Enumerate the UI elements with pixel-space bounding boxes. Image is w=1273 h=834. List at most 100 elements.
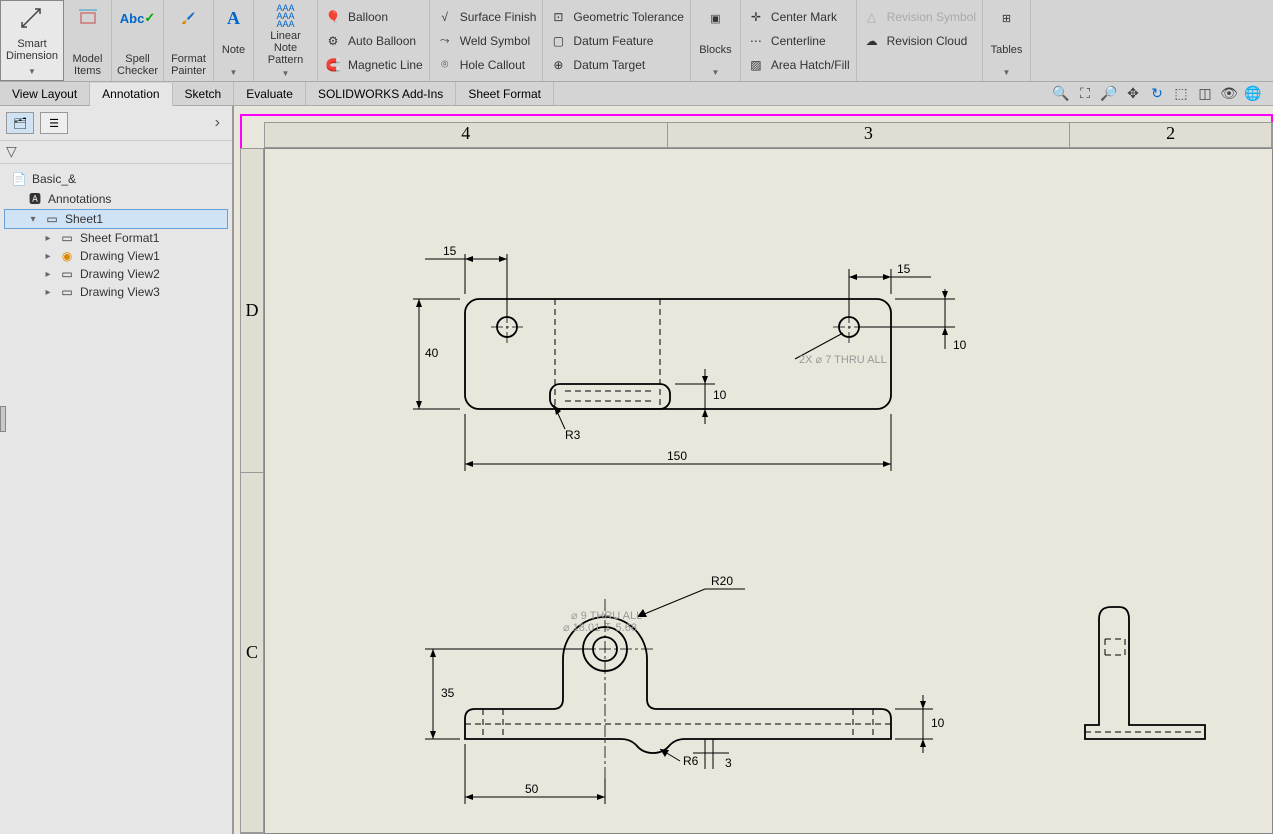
centermark-icon: ✛ xyxy=(747,10,765,24)
centerline-button[interactable]: ⋯Centerline xyxy=(747,31,850,51)
hole-callout-button[interactable]: ⌾Hole Callout xyxy=(436,55,537,75)
balloon-icon: 🎈 xyxy=(324,10,342,24)
tab-annotation[interactable]: Annotation xyxy=(90,83,172,106)
spell-checker-button[interactable]: Abc✓ Spell Checker xyxy=(112,0,164,81)
tree-drawing-view3[interactable]: ▸▭Drawing View3 xyxy=(4,283,228,301)
view-icon: ▭ xyxy=(58,285,76,299)
smart-dimension-button[interactable]: Smart Dimension ▼ xyxy=(0,0,64,81)
sheet-icon: ▭ xyxy=(43,212,61,226)
zoom-fit-icon[interactable]: 🔍 xyxy=(1051,84,1071,104)
drawing-icon: 📄 xyxy=(10,172,28,186)
balloon-group: 🎈Balloon ⚙Auto Balloon 🧲Magnetic Line xyxy=(318,0,430,81)
collapse-icon[interactable]: ▾ xyxy=(27,214,39,225)
tab-addins[interactable]: SOLIDWORKS Add-Ins xyxy=(306,82,456,105)
symbol-group: √Surface Finish ⤳Weld Symbol ⌾Hole Callo… xyxy=(430,0,544,81)
center-mark-button[interactable]: ✛Center Mark xyxy=(747,7,850,27)
view-icon: ◉ xyxy=(58,249,76,263)
format-icon: ▭ xyxy=(58,231,76,245)
dimension-icon xyxy=(20,5,44,33)
tree-drawing-view2[interactable]: ▸▭Drawing View2 xyxy=(4,265,228,283)
hide-show-icon[interactable]: 👁 xyxy=(1219,84,1239,104)
model-items-button[interactable]: Model Items xyxy=(64,0,112,81)
svg-text:35: 35 xyxy=(441,686,455,700)
view-toolbar: 🔍 ⛶ 🔎 ✥ ↻ ⬚ ◫ 👁 🌐 xyxy=(1041,82,1273,105)
spell-icon: Abc✓ xyxy=(120,4,155,32)
datum-icon: ▢ xyxy=(549,34,567,48)
expand-icon[interactable]: ▸ xyxy=(42,233,54,244)
svg-text:10: 10 xyxy=(953,338,967,352)
svg-text:2X ⌀ 7 THRU ALL: 2X ⌀ 7 THRU ALL xyxy=(799,354,887,366)
display-style-icon[interactable]: ◫ xyxy=(1195,84,1215,104)
weld-symbol-button[interactable]: ⤳Weld Symbol xyxy=(436,31,537,51)
ribbon: Smart Dimension ▼ Model Items Abc✓ Spell… xyxy=(0,0,1273,82)
command-tabs: View Layout Annotation Sketch Evaluate S… xyxy=(0,82,1273,106)
datum-feature-button[interactable]: ▢Datum Feature xyxy=(549,31,684,51)
svg-text:50: 50 xyxy=(525,782,539,796)
auto-balloon-icon: ⚙ xyxy=(324,34,342,48)
feature-tree: 📄Basic_& 🅰Annotations ▾▭Sheet1 ▸▭Sheet F… xyxy=(0,164,232,307)
tab-sketch[interactable]: Sketch xyxy=(173,82,235,105)
linear-note-pattern-button[interactable]: AAAAAAAAA Linear Note Pattern ▼ xyxy=(254,0,318,81)
tab-view-layout[interactable]: View Layout xyxy=(0,82,90,105)
svg-text:R3: R3 xyxy=(565,428,581,442)
svg-text:3: 3 xyxy=(725,756,732,770)
center-group: ✛Center Mark ⋯Centerline ▨Area Hatch/Fil… xyxy=(741,0,857,81)
revision-cloud-button[interactable]: ☁Revision Cloud xyxy=(863,31,976,51)
magnetic-line-button[interactable]: 🧲Magnetic Line xyxy=(324,55,423,75)
feature-tree-tab[interactable]: 🗂 xyxy=(6,112,34,134)
zoom-area-icon[interactable]: ⛶ xyxy=(1075,84,1095,104)
revision-symbol-button: △Revision Symbol xyxy=(863,7,976,27)
svg-text:⌀ 18.01 ↧ 5.68: ⌀ 18.01 ↧ 5.68 xyxy=(563,622,637,634)
filter-icon[interactable]: ▽ xyxy=(6,143,17,159)
svg-text:R20: R20 xyxy=(711,574,733,588)
svg-text:10: 10 xyxy=(713,388,727,402)
hole-icon: ⌾ xyxy=(436,57,454,72)
drawing-canvas[interactable]: 4 3 2 D C xyxy=(234,106,1273,834)
note-icon: A xyxy=(227,4,240,32)
auto-balloon-button[interactable]: ⚙Auto Balloon xyxy=(324,31,423,51)
hatch-icon: ▨ xyxy=(747,58,765,72)
target-icon: ⊕ xyxy=(549,58,567,72)
tables-button[interactable]: ⊞ Tables ▼ xyxy=(983,0,1031,81)
folder-icon: 🅰 xyxy=(26,190,44,207)
feature-manager-panel: 🗂 ☰ › ▽ 📄Basic_& 🅰Annotations ▾▭Sheet1 ▸… xyxy=(0,106,234,834)
appearance-icon[interactable]: 🌐 xyxy=(1243,84,1263,104)
svg-text:15: 15 xyxy=(443,244,457,258)
weld-icon: ⤳ xyxy=(436,33,454,48)
rotate-icon[interactable]: ↻ xyxy=(1147,84,1167,104)
tree-annotations[interactable]: 🅰Annotations xyxy=(4,188,228,209)
revision-group: △Revision Symbol ☁Revision Cloud xyxy=(857,0,983,81)
datum-group: ⊡Geometric Tolerance ▢Datum Feature ⊕Dat… xyxy=(543,0,691,81)
panel-expand-icon[interactable]: › xyxy=(209,112,226,134)
svg-text:15: 15 xyxy=(897,262,911,276)
section-icon[interactable]: ⬚ xyxy=(1171,84,1191,104)
area-hatch-button[interactable]: ▨Area Hatch/Fill xyxy=(747,55,850,75)
ruler-horizontal: 4 3 2 xyxy=(264,122,1273,148)
surface-finish-button[interactable]: √Surface Finish xyxy=(436,7,537,27)
tab-evaluate[interactable]: Evaluate xyxy=(234,82,306,105)
tree-sheet-format[interactable]: ▸▭Sheet Format1 xyxy=(4,229,228,247)
model-items-icon xyxy=(77,4,99,32)
datum-target-button[interactable]: ⊕Datum Target xyxy=(549,55,684,75)
blocks-button[interactable]: ▣ Blocks ▼ xyxy=(691,0,741,81)
tree-sheet1[interactable]: ▾▭Sheet1 xyxy=(4,209,228,229)
surface-icon: √ xyxy=(436,10,454,24)
svg-text:⌀ 9 THRU ALL: ⌀ 9 THRU ALL xyxy=(571,610,642,622)
tree-drawing-view1[interactable]: ▸◉Drawing View1 xyxy=(4,247,228,265)
panel-splitter[interactable] xyxy=(0,406,6,432)
geo-tol-button[interactable]: ⊡Geometric Tolerance xyxy=(549,7,684,27)
balloon-button[interactable]: 🎈Balloon xyxy=(324,7,423,27)
format-painter-button[interactable]: 🖌️ Format Painter xyxy=(164,0,214,81)
zoom-prev-icon[interactable]: 🔎 xyxy=(1099,84,1119,104)
revcloud-icon: ☁ xyxy=(863,34,881,48)
chevron-down-icon: ▼ xyxy=(28,67,36,76)
pan-icon[interactable]: ✥ xyxy=(1123,84,1143,104)
drawing-sheet: 15 15 40 10 10 xyxy=(264,148,1273,834)
tab-sheet-format[interactable]: Sheet Format xyxy=(456,82,554,105)
pattern-icon: AAAAAAAAA xyxy=(276,4,294,28)
svg-text:150: 150 xyxy=(667,449,687,463)
property-manager-tab[interactable]: ☰ xyxy=(40,112,68,134)
note-button[interactable]: A Note ▼ xyxy=(214,0,254,81)
tree-root[interactable]: 📄Basic_& xyxy=(4,170,228,188)
tables-icon: ⊞ xyxy=(1002,4,1011,32)
